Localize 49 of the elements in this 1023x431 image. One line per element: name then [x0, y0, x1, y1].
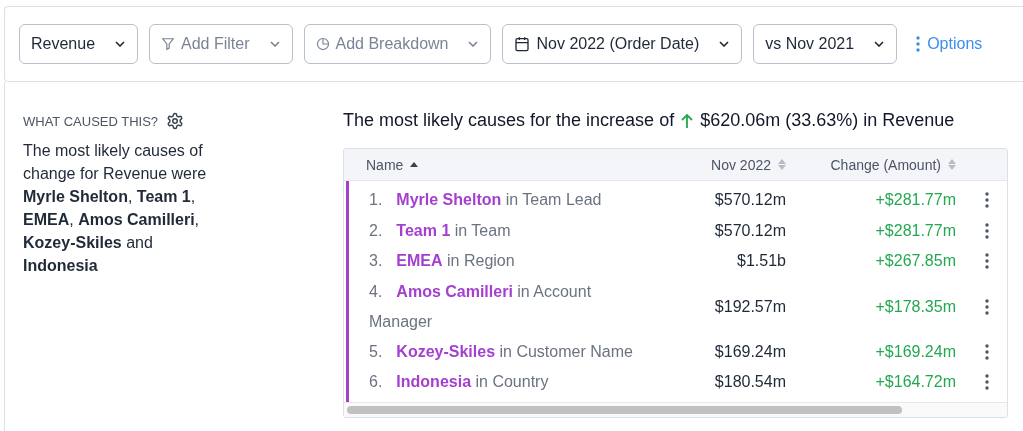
pie-chart-icon	[315, 37, 330, 51]
column-header[interactable]: Nov 2022	[711, 156, 771, 173]
value-cell: $180.54m	[714, 373, 786, 392]
change-cell: +$267.85m	[875, 252, 956, 271]
more-icon[interactable]	[985, 298, 989, 315]
scrollbar-thumb[interactable]	[347, 405, 902, 414]
more-icon[interactable]	[985, 192, 989, 209]
calendar-icon	[514, 36, 531, 52]
more-icon[interactable]	[985, 222, 989, 239]
dropdown-button[interactable]: Add Breakdown	[303, 24, 492, 64]
dropdown-button[interactable]: vs Nov 2021	[753, 24, 898, 64]
change-cell: +$281.77m	[875, 191, 956, 210]
name-cell-text: 6. Indonesia in Country	[369, 372, 550, 393]
more-icon[interactable]	[985, 343, 989, 360]
section-heading: WHAT CAUSED THIS?	[23, 113, 159, 129]
change-cell: +$169.24m	[875, 342, 956, 361]
name-cell-text: 1. Myrle Shelton in Team Lead	[369, 190, 603, 211]
settings-icon[interactable]	[166, 112, 185, 130]
chevron-down-icon	[719, 41, 730, 47]
scrollbar[interactable]	[344, 401, 1007, 417]
chevron-down-icon	[874, 41, 885, 47]
column-header[interactable]: Change (Amount)	[830, 156, 941, 173]
chevron-down-icon	[269, 41, 280, 47]
value-cell: $169.24m	[714, 342, 786, 361]
chevron-down-icon	[115, 41, 126, 47]
chevron-down-icon	[468, 41, 479, 47]
dropdown-button[interactable]: Add Filter	[149, 24, 293, 64]
dropdown-button[interactable]: Nov 2022 (Order Date)	[502, 24, 743, 64]
name-cell-text: 5. Kozey-Skiles in Customer Name	[369, 341, 634, 362]
more-icon[interactable]	[985, 374, 989, 391]
value-cell: $570.12m	[714, 191, 786, 210]
sort-icon[interactable]	[410, 162, 419, 167]
change-cell: +$164.72m	[875, 373, 956, 392]
more-icon[interactable]	[985, 253, 989, 270]
change-cell: +$178.35m	[875, 297, 956, 316]
value-cell: $570.12m	[714, 221, 786, 240]
kebab-icon	[916, 36, 921, 52]
name-cell-text: 2. Team 1 in Team	[369, 220, 512, 241]
result-amount: $620.06m (33.63%) in Revenue	[700, 110, 955, 131]
filter-icon	[161, 37, 176, 51]
value-cell: $192.57m	[714, 297, 786, 316]
column-header[interactable]: Name	[366, 156, 404, 173]
result-heading: The most likely causes for the increase of	[343, 110, 675, 131]
dropdown-button[interactable]: Revenue	[19, 24, 139, 64]
change-cell: +$281.77m	[875, 221, 956, 240]
options-label: Options	[927, 35, 983, 53]
value-cell: $1.51b	[737, 252, 786, 271]
name-cell-text: 3. EMEA in Region	[369, 251, 516, 272]
summary-text: The most likely causes of change for Revenue were Myrle Shelton, Team 1, EMEA, Amos Camilleri, Kozey-Skiles and Indonesia	[23, 141, 208, 276]
